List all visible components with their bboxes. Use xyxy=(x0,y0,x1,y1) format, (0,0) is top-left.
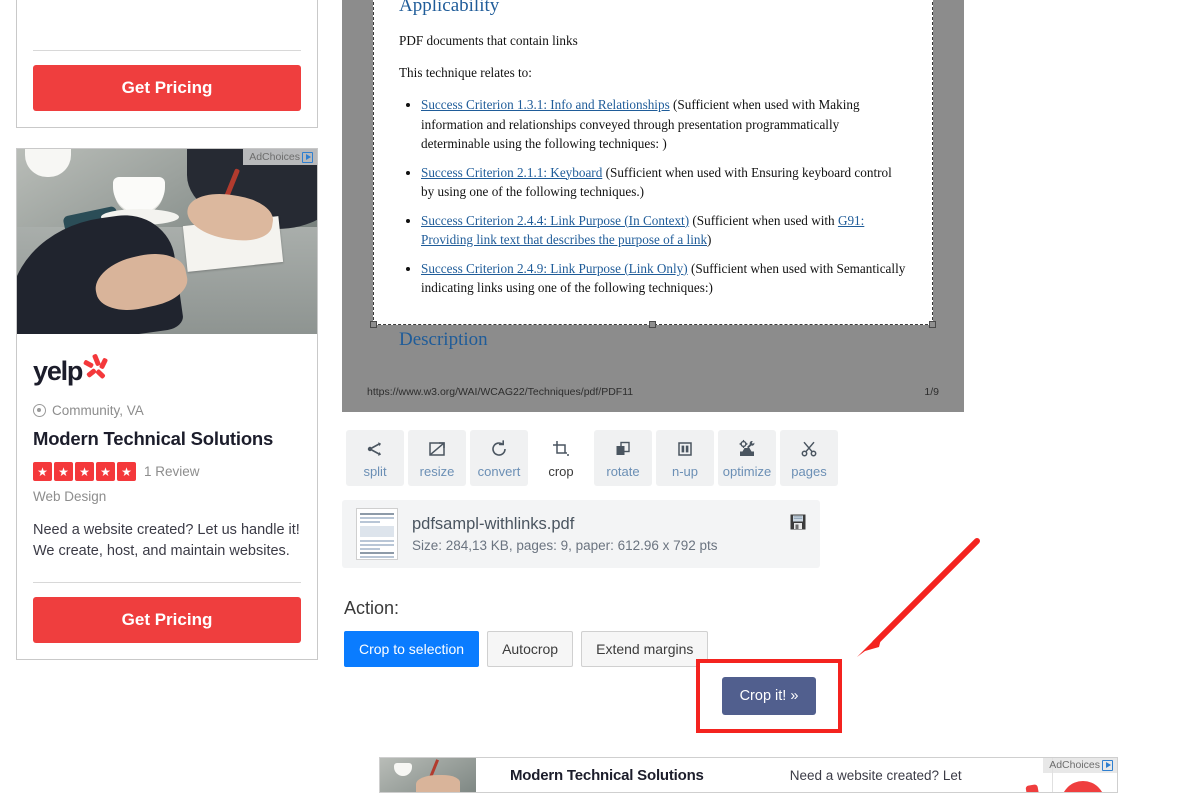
sidebar-ad-column: Get Pricing AdChoices yelp Community, VA… xyxy=(16,0,318,680)
floppy-disk-icon[interactable] xyxy=(790,514,806,535)
optimize-icon xyxy=(736,437,758,461)
banner-ad-photo xyxy=(380,758,476,792)
tool-optimize[interactable]: optimize xyxy=(718,430,776,486)
ad-divider xyxy=(33,50,301,51)
file-meta: pdfsampl-withlinks.pdf Size: 284,13 KB, … xyxy=(412,515,717,553)
ad-business-name[interactable]: Modern Technical Solutions xyxy=(33,428,301,450)
action-autocrop[interactable]: Autocrop xyxy=(487,631,574,667)
pdf-preview-viewer[interactable]: Applicability PDF documents that contain… xyxy=(342,0,964,412)
banner-cta-area[interactable]: AdChoices xyxy=(987,758,1117,792)
tool-label: convert xyxy=(477,464,521,479)
ad-location-row: Community, VA xyxy=(33,403,301,418)
tool-crop[interactable]: crop xyxy=(532,430,590,486)
tool-label: rotate xyxy=(606,464,640,479)
pdf-criterion-text-2: ) xyxy=(707,232,712,248)
tool-resize[interactable]: resize xyxy=(408,430,466,486)
action-section-title: Action: xyxy=(344,598,400,618)
main-panel: Applicability PDF documents that contain… xyxy=(342,0,967,667)
pdf-source-url: https://www.w3.org/WAI/WCAG22/Techniques… xyxy=(367,386,634,398)
adchoices-badge[interactable]: AdChoices xyxy=(243,149,317,165)
crop-it-button[interactable]: Crop it! » xyxy=(721,677,817,715)
pdf-heading-description: Description xyxy=(399,328,488,350)
pdf-intro-2: This technique relates to: xyxy=(399,65,532,80)
ad-divider xyxy=(33,582,301,583)
pdf-criterion-item: Success Criterion 2.4.4: Link Purpose (I… xyxy=(421,211,907,250)
yelp-ad-card[interactable]: AdChoices yelp Community, VA Modern Tech… xyxy=(16,148,318,660)
scissors-icon xyxy=(799,437,819,461)
rotate-icon xyxy=(613,437,633,461)
tool-label: split xyxy=(363,464,387,479)
star-icon: ★ xyxy=(54,462,73,481)
yelp-burst-icon xyxy=(83,353,109,380)
pdf-criterion-link[interactable]: Success Criterion 2.1.1: Keyboard xyxy=(421,165,602,180)
file-info-box[interactable]: pdfsampl-withlinks.pdf Size: 284,13 KB, … xyxy=(342,500,820,568)
pdf-criterion-link[interactable]: Success Criterion 2.4.4: Link Purpose (I… xyxy=(421,213,689,228)
banner-copy: Need a website created? Let xyxy=(789,767,962,783)
pdf-criteria-list: Success Criterion 1.3.1: Info and Relati… xyxy=(421,95,907,298)
top-ad-card[interactable]: Get Pricing xyxy=(16,0,318,128)
file-name: pdfsampl-withlinks.pdf xyxy=(412,515,575,533)
pdf-criterion-link[interactable]: Success Criterion 2.4.9: Link Purpose (L… xyxy=(421,261,688,276)
pdf-page-indicator: 1/9 xyxy=(924,386,939,398)
ad-category: Web Design xyxy=(33,489,107,504)
location-pin-icon xyxy=(33,404,46,417)
tool-split[interactable]: split xyxy=(346,430,404,486)
pdf-criterion-text: (Sufficient when used with xyxy=(689,212,838,228)
adchoices-triangle-icon xyxy=(302,151,313,163)
pdf-intro-1: PDF documents that contain links xyxy=(399,33,578,48)
pdf-criterion-item: Success Criterion 2.4.9: Link Purpose (L… xyxy=(421,259,907,298)
star-rating: ★ ★ ★ ★ ★ xyxy=(33,462,136,481)
tool-pages[interactable]: pages xyxy=(780,430,838,486)
action-crop-to-selection[interactable]: Crop to selection xyxy=(344,631,480,667)
tool-label: n-up xyxy=(671,464,699,479)
ad-photo: AdChoices xyxy=(17,149,317,334)
ad-location-label: Community, VA xyxy=(52,403,144,418)
tool-n-up[interactable]: n-up xyxy=(656,430,714,486)
star-icon: ★ xyxy=(96,462,115,481)
banner-adchoices-badge[interactable]: AdChoices xyxy=(1043,758,1117,773)
ad-rating-row: ★ ★ ★ ★ ★ 1 Review xyxy=(33,462,301,481)
pdf-viewer-footer: https://www.w3.org/WAI/WCAG22/Techniques… xyxy=(342,372,964,412)
star-icon: ★ xyxy=(33,462,52,481)
tool-rotate[interactable]: rotate xyxy=(594,430,652,486)
tool-label: crop xyxy=(548,464,574,479)
tool-convert[interactable]: convert xyxy=(470,430,528,486)
banner-business-name: Modern Technical Solutions xyxy=(510,766,704,784)
action-extend-margins[interactable]: Extend margins xyxy=(581,631,709,667)
adchoices-triangle-icon xyxy=(1102,759,1113,771)
convert-icon xyxy=(489,437,509,461)
yelp-wordmark: yelp xyxy=(33,356,83,386)
pdf-heading-applicability: Applicability xyxy=(399,0,500,16)
yelp-logo: yelp xyxy=(33,334,301,387)
tool-label: optimize xyxy=(722,464,772,479)
get-pricing-button-top[interactable]: Get Pricing xyxy=(33,65,301,111)
pdf-criterion-item: Success Criterion 2.1.1: Keyboard (Suffi… xyxy=(421,163,907,202)
crop-it-highlight-box: Crop it! » xyxy=(696,659,842,733)
split-icon xyxy=(365,437,385,461)
file-details: Size: 284,13 KB, pages: 9, paper: 612.96… xyxy=(412,538,718,553)
star-icon: ★ xyxy=(117,462,136,481)
get-pricing-button-yelp[interactable]: Get Pricing xyxy=(33,597,301,643)
page-root: Get Pricing AdChoices yelp Community, VA… xyxy=(0,0,1179,793)
adchoices-label: AdChoices xyxy=(249,151,300,163)
file-thumbnail xyxy=(356,508,398,560)
ad-body-text: Need a website created? Let us handle it… xyxy=(33,522,300,560)
crop-icon xyxy=(551,437,571,461)
action-button-group: Crop to selection Autocrop Extend margin… xyxy=(344,631,967,667)
star-icon: ★ xyxy=(75,462,94,481)
review-count: 1 Review xyxy=(144,464,200,479)
tool-label: resize xyxy=(419,464,455,479)
pdf-tools-toolbar: split resize convert crop rotate n-up op… xyxy=(346,430,967,486)
n-up-icon xyxy=(675,437,695,461)
resize-icon xyxy=(427,437,447,461)
adchoices-label: AdChoices xyxy=(1049,759,1100,771)
pdf-criterion-link[interactable]: Success Criterion 1.3.1: Info and Relati… xyxy=(421,97,670,112)
pdf-criterion-item: Success Criterion 1.3.1: Info and Relati… xyxy=(421,95,907,154)
pdf-page: Applicability PDF documents that contain… xyxy=(373,0,933,350)
bottom-banner-ad[interactable]: Modern Technical Solutions Need a websit… xyxy=(379,757,1118,793)
tool-label: pages xyxy=(791,464,827,479)
banner-cta-button[interactable] xyxy=(1061,781,1105,792)
